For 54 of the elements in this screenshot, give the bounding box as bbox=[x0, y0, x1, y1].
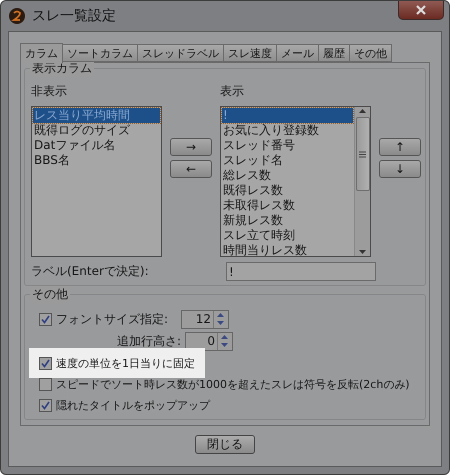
tab[interactable]: 履歴 bbox=[318, 44, 350, 62]
label-field[interactable]: ! bbox=[226, 262, 376, 281]
move-button[interactable]: ← bbox=[170, 160, 212, 178]
tab[interactable]: カラム bbox=[20, 43, 63, 63]
close-button[interactable] bbox=[398, 1, 444, 20]
order-button[interactable]: ↓ bbox=[379, 160, 421, 178]
scrollbar[interactable] bbox=[354, 107, 370, 256]
order-button[interactable]: ↑ bbox=[379, 138, 421, 156]
tab[interactable]: メール bbox=[276, 44, 319, 62]
tab[interactable]: スレ速度 bbox=[223, 44, 277, 62]
scroll-up-icon[interactable] bbox=[358, 107, 367, 115]
down-icon[interactable] bbox=[218, 341, 231, 349]
field-label: ラベル(Enterで決定): bbox=[31, 263, 150, 280]
scroll-down-icon[interactable] bbox=[358, 248, 367, 256]
list-item[interactable]: スレッド名 bbox=[222, 153, 353, 168]
close-dialog-button[interactable]: 閉じる bbox=[195, 435, 255, 454]
tab[interactable]: ソートカラム bbox=[62, 44, 138, 62]
list-item[interactable]: 未取得レス数 bbox=[222, 198, 353, 213]
checkbox[interactable] bbox=[39, 356, 52, 370]
list-label: 表示 bbox=[220, 83, 245, 100]
list-item[interactable]: 既得レス数 bbox=[222, 183, 353, 198]
list-item[interactable]: レス当り平均時間 bbox=[33, 108, 160, 123]
down-icon[interactable] bbox=[214, 319, 227, 327]
checkbox-label: スピードでソート時レス数が1000を超えたスレは符号を反転(2chのみ) bbox=[56, 376, 410, 392]
spin-box[interactable]: 12 bbox=[181, 310, 229, 329]
list-item[interactable]: 総レス数 bbox=[222, 168, 353, 183]
checkbox[interactable] bbox=[39, 398, 52, 412]
move-button[interactable]: → bbox=[170, 138, 212, 156]
grip-icon[interactable] bbox=[359, 150, 366, 158]
list-item[interactable]: お気に入り登録数 bbox=[222, 123, 353, 138]
app-icon bbox=[8, 7, 26, 25]
list-item[interactable]: 時間当りレス数 bbox=[222, 243, 353, 258]
spin-box[interactable]: 0 bbox=[185, 332, 233, 351]
tab[interactable]: スレッドラベル bbox=[137, 44, 224, 62]
up-icon[interactable] bbox=[218, 333, 231, 341]
field-label: 追加行高さ: bbox=[116, 333, 182, 350]
window-title: スレ一覧設定 bbox=[32, 7, 116, 25]
list-item[interactable]: スレ立て時刻 bbox=[222, 228, 353, 243]
list-item[interactable]: 既得ログのサイズ bbox=[33, 123, 160, 138]
list-item[interactable]: スレッド番号 bbox=[222, 138, 353, 153]
list-item[interactable]: 新規レス数 bbox=[222, 213, 353, 228]
list-label: 非表示 bbox=[31, 83, 68, 100]
group-title: その他 bbox=[30, 286, 70, 303]
checkbox-label: 速度の単位を1日当りに固定 bbox=[56, 356, 195, 370]
list-item[interactable]: Datファイル名 bbox=[33, 138, 160, 153]
list-item[interactable]: BBS名 bbox=[33, 153, 160, 168]
checkbox-label: 隠れたタイトルをポップアップ bbox=[56, 398, 210, 412]
tab[interactable]: その他 bbox=[349, 44, 392, 62]
checkbox[interactable] bbox=[39, 313, 52, 326]
list-item[interactable]: ! bbox=[222, 108, 353, 123]
up-icon[interactable] bbox=[214, 311, 227, 319]
close-icon bbox=[415, 5, 427, 15]
checkbox-label: フォントサイズ指定: bbox=[56, 311, 170, 328]
checkbox[interactable] bbox=[39, 378, 52, 390]
